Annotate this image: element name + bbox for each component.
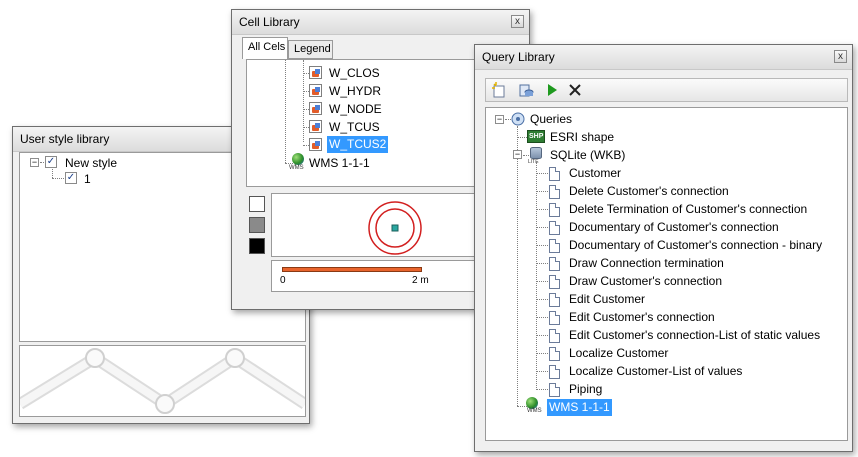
style-preview-panel bbox=[19, 345, 306, 417]
query-label: Delete Customer's connection bbox=[569, 184, 729, 198]
tab-all-cels[interactable]: All Cels bbox=[242, 37, 288, 59]
esri-shape-icon: SHP bbox=[527, 130, 545, 143]
query-label: Draw Customer's connection bbox=[569, 274, 723, 288]
style-child-label[interactable]: 1 bbox=[84, 172, 91, 186]
cell-library-titlebar[interactable]: Cell Library x bbox=[232, 10, 529, 35]
cell-item[interactable]: W_HYDR bbox=[329, 84, 381, 98]
new-query-icon[interactable] bbox=[489, 80, 509, 100]
query-label: Customer bbox=[569, 166, 622, 180]
query-doc-icon bbox=[549, 329, 560, 343]
cell-icon bbox=[309, 120, 322, 133]
query-list-item[interactable]: Edit Customer's connection bbox=[486, 309, 847, 327]
swatch-black[interactable] bbox=[249, 238, 265, 254]
query-library-window: Query Library x − Queries SHP ESRI shape bbox=[474, 44, 853, 452]
style-root-label[interactable]: New style bbox=[65, 156, 117, 170]
scale-end-label: 2 m bbox=[412, 275, 429, 286]
queries-root-label[interactable]: Queries bbox=[530, 112, 572, 126]
wms-node-selected[interactable]: WMS 1-1-1 bbox=[547, 399, 612, 416]
query-label: Draw Connection termination bbox=[569, 256, 724, 270]
query-list-item[interactable]: Draw Customer's connection bbox=[486, 273, 847, 291]
query-doc-icon bbox=[549, 383, 560, 397]
cell-icon bbox=[309, 84, 322, 97]
query-tree-panel: − Queries SHP ESRI shape − LITE SQLite (… bbox=[485, 107, 848, 441]
window-title: User style library bbox=[20, 132, 110, 146]
close-icon[interactable]: x bbox=[511, 15, 524, 28]
queries-root-icon bbox=[511, 112, 525, 126]
query-list-item[interactable]: Documentary of Customer's connection - b… bbox=[486, 237, 847, 255]
tab-legend[interactable]: Legend bbox=[288, 40, 333, 59]
query-label: Localize Customer-List of values bbox=[569, 364, 743, 378]
window-title: Cell Library bbox=[239, 15, 300, 29]
query-doc-icon bbox=[549, 239, 560, 253]
wms-globe-icon bbox=[292, 153, 304, 165]
query-doc-icon bbox=[549, 185, 560, 199]
delete-icon[interactable] bbox=[565, 80, 585, 100]
cell-icon bbox=[309, 66, 322, 79]
query-label: Edit Customer bbox=[569, 292, 646, 306]
cell-icon bbox=[309, 138, 322, 151]
query-list-item[interactable]: Edit Customer's connection-List of stati… bbox=[486, 327, 847, 345]
collapse-toggle[interactable]: − bbox=[513, 150, 522, 159]
query-list-item[interactable]: Draw Connection termination bbox=[486, 255, 847, 273]
query-label: Edit Customer's connection bbox=[569, 310, 715, 324]
query-label: Documentary of Customer's connection bbox=[569, 220, 779, 234]
query-label: Delete Termination of Customer's connect… bbox=[569, 202, 808, 216]
cell-item[interactable]: W_NODE bbox=[329, 102, 382, 116]
tab-label: All Cels bbox=[248, 41, 286, 53]
swatch-gray[interactable] bbox=[249, 217, 265, 233]
cell-item[interactable]: W_TCUS bbox=[329, 120, 380, 134]
query-list-item[interactable]: Customer bbox=[486, 165, 847, 183]
query-doc-icon bbox=[549, 275, 560, 289]
query-label: Piping bbox=[569, 382, 603, 396]
style-child-checkbox[interactable]: ✓ bbox=[65, 172, 77, 184]
tab-label: Legend bbox=[294, 43, 331, 55]
style-preview-graphic bbox=[20, 348, 305, 414]
query-list-item[interactable]: Delete Termination of Customer's connect… bbox=[486, 201, 847, 219]
style-checkbox[interactable]: ✓ bbox=[45, 156, 57, 168]
esri-icon-text: SHP bbox=[529, 133, 544, 140]
query-list-item[interactable]: Localize Customer bbox=[486, 345, 847, 363]
window-title: Query Library bbox=[482, 50, 555, 64]
query-list-item[interactable]: Localize Customer-List of values bbox=[486, 363, 847, 381]
query-doc-icon bbox=[549, 257, 560, 271]
run-icon[interactable] bbox=[542, 80, 562, 100]
wms-icon-label: WMS bbox=[527, 408, 542, 414]
query-doc-icon bbox=[549, 203, 560, 217]
cell-item-selected[interactable]: W_TCUS2 bbox=[327, 136, 389, 153]
query-doc-icon bbox=[549, 311, 560, 325]
cell-item[interactable]: W_CLOS bbox=[329, 66, 380, 80]
query-list-item[interactable]: Documentary of Customer's connection bbox=[486, 219, 847, 237]
query-label: Edit Customer's connection-List of stati… bbox=[569, 328, 821, 342]
query-library-titlebar[interactable]: Query Library x bbox=[475, 45, 852, 70]
cell-icon bbox=[309, 102, 322, 115]
query-list-item[interactable]: Delete Customer's connection bbox=[486, 183, 847, 201]
close-icon[interactable]: x bbox=[834, 50, 847, 63]
wms-icon-label: WMS bbox=[289, 165, 304, 171]
query-doc-icon bbox=[549, 365, 560, 379]
wms-node-label[interactable]: WMS 1-1-1 bbox=[309, 156, 370, 170]
sqlite-db-icon bbox=[530, 147, 542, 159]
query-toolbar bbox=[485, 78, 848, 102]
scale-start-label: 0 bbox=[280, 275, 286, 286]
query-list-item[interactable]: Edit Customer bbox=[486, 291, 847, 309]
sqlite-label[interactable]: SQLite (WKB) bbox=[550, 148, 625, 162]
query-doc-icon bbox=[549, 221, 560, 235]
esri-shape-label[interactable]: ESRI shape bbox=[550, 130, 614, 144]
query-label: Localize Customer bbox=[569, 346, 669, 360]
query-doc-icon bbox=[549, 293, 560, 307]
query-doc-icon bbox=[549, 167, 560, 181]
collapse-toggle[interactable]: − bbox=[495, 115, 504, 124]
query-doc-icon bbox=[549, 347, 560, 361]
scale-bar bbox=[282, 267, 422, 272]
swatch-white[interactable] bbox=[249, 196, 265, 212]
query-list-item[interactable]: Piping bbox=[486, 381, 847, 399]
collapse-toggle[interactable]: − bbox=[30, 158, 39, 167]
database-query-icon[interactable] bbox=[516, 80, 536, 100]
query-label: Documentary of Customer's connection - b… bbox=[569, 238, 823, 252]
